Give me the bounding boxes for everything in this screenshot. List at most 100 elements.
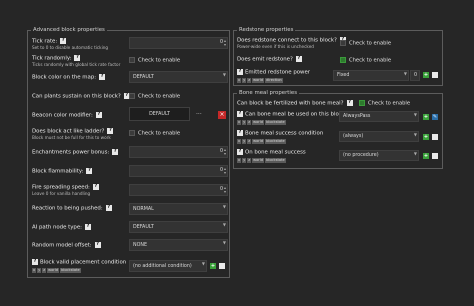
emitted-power-mode-dropdown[interactable]: Fixed ▼ — [333, 70, 409, 81]
placement-condition-dropdown[interactable]: (no additional condition) ▼ — [129, 260, 207, 272]
flammability-input[interactable]: 0 ▴ ▾ — [129, 165, 228, 177]
tick-randomly-checkbox[interactable]: Check to enable — [129, 57, 180, 64]
edit-procedure-button[interactable] — [219, 263, 225, 269]
on-bone-meal-success-label: On bone meal success — [245, 149, 306, 156]
checkbox-icon[interactable] — [129, 130, 135, 136]
redstone-title: Redstone properties — [237, 27, 296, 34]
enchant-power-label: Enchantments power bonus: — [32, 149, 110, 156]
redstone-connect-sub: Power-wide even if this is unchecked — [237, 44, 314, 49]
spinner-icon[interactable]: ▴ ▾ — [224, 39, 226, 47]
help-icon[interactable]: ? — [99, 74, 106, 80]
on-bone-meal-success-dropdown[interactable]: (no procedure) ▼ — [339, 150, 419, 161]
edit-procedure-button[interactable] — [432, 72, 438, 78]
help-icon[interactable]: ? — [94, 242, 101, 248]
emitted-power-value[interactable]: 0 — [410, 70, 420, 81]
ladder-label: Does block act like ladder? — [32, 128, 105, 135]
close-icon[interactable]: × — [218, 111, 226, 119]
help-icon[interactable]: ? — [346, 100, 353, 106]
help-icon[interactable]: ? — [74, 55, 81, 61]
tick-randomly-label: Tick randomly: — [32, 55, 72, 62]
fertilized-label: Can block be fertilized with bone meal? — [237, 100, 344, 107]
plants-sustain-label: Can plants sustain on this block? — [32, 93, 121, 100]
chevron-down-icon: ▼ — [222, 240, 226, 245]
help-icon[interactable]: ? — [112, 149, 119, 155]
tick-randomly-sub: Ticks randomly with global tick rate fac… — [32, 62, 121, 67]
help-icon[interactable]: ? — [237, 130, 243, 136]
beacon-color-label: Beacon color modifier: — [32, 112, 93, 119]
bone-meal-success-label: Bone meal success condition — [245, 130, 324, 137]
add-procedure-button[interactable]: + — [423, 134, 429, 140]
chevron-down-icon: ▼ — [403, 71, 407, 76]
edit-procedure-button[interactable] — [432, 134, 438, 140]
random-offset-label: Random model offset: — [32, 242, 92, 249]
checkbox-icon[interactable] — [340, 40, 346, 46]
help-icon[interactable]: ? — [237, 111, 243, 117]
spinner-icon[interactable]: ▴ ▾ — [224, 186, 226, 194]
add-procedure-button[interactable]: + — [423, 153, 429, 159]
fire-speed-label: Fire spreading speed: — [32, 184, 90, 191]
ladder-checkbox[interactable]: Check to enable — [129, 130, 180, 137]
help-icon[interactable]: ? — [95, 112, 102, 118]
chevron-down-icon: ▼ — [222, 222, 226, 227]
chevron-down-icon: ▼ — [222, 72, 226, 77]
checkbox-icon[interactable] — [129, 93, 135, 99]
flammability-label: Block flammability: — [32, 168, 84, 175]
tick-rate-label: Tick rate: — [32, 38, 58, 45]
spinner-icon[interactable]: ▴ ▾ — [224, 148, 226, 156]
redstone-panel: Redstone properties Does redstone connec… — [233, 27, 443, 86]
map-color-label: Block color on the map: — [32, 74, 97, 81]
map-color-dropdown[interactable]: DEFAULT ▼ — [129, 71, 228, 83]
push-reaction-dropdown[interactable]: NORMAL ▼ — [129, 203, 228, 215]
bone-meal-title: Bone meal properties — [237, 90, 300, 97]
help-icon[interactable]: ? — [60, 38, 67, 44]
help-icon[interactable]: ? — [105, 205, 112, 211]
help-icon[interactable]: ? — [86, 168, 93, 174]
tick-rate-value: 0 — [219, 40, 223, 45]
tick-rate-input[interactable]: 0 ▴ ▾ — [129, 37, 228, 49]
emitted-power-label: Emitted redstone power — [245, 69, 310, 76]
emit-redstone-checkbox[interactable]: Check to enable — [340, 57, 391, 64]
chevron-down-icon: ▼ — [413, 112, 417, 117]
bone-meal-used-dropdown[interactable]: AlwaysPass ▼ — [339, 111, 419, 122]
help-icon[interactable]: ? — [295, 56, 302, 62]
placement-condition-label: Block valid placement condition — [40, 259, 127, 266]
help-icon[interactable]: ? — [85, 224, 91, 230]
bone-meal-success-dropdown[interactable]: (always) ▼ — [339, 131, 419, 142]
ladder-sub: Block must not be full for this to work — [32, 135, 111, 140]
chevron-down-icon: ▼ — [413, 132, 417, 137]
help-icon[interactable]: ? — [237, 69, 243, 75]
checkbox-icon[interactable] — [129, 57, 135, 63]
pencil-icon[interactable]: ✎ — [432, 114, 438, 120]
redstone-connect-checkbox[interactable]: Check to enable — [340, 40, 391, 47]
ai-path-label: AI path node type: — [32, 224, 82, 231]
chevron-down-icon: ▼ — [222, 204, 226, 209]
help-icon[interactable]: ? — [32, 259, 38, 265]
emitted-power-tags: x y z world direction — [237, 78, 283, 83]
checkbox-checked-icon[interactable] — [340, 57, 346, 63]
on-bone-meal-success-tags: x y z world blockstate — [237, 158, 286, 163]
add-procedure-button[interactable]: + — [423, 114, 429, 120]
enchant-power-input[interactable]: 0 ▴ ▾ — [129, 146, 228, 158]
fire-speed-input[interactable]: 0 ▴ ▾ — [129, 184, 228, 196]
chevron-down-icon: ▼ — [413, 151, 417, 156]
edit-procedure-button[interactable] — [432, 153, 438, 159]
fire-speed-sub: Leave 0 for vanilla handling — [32, 191, 91, 196]
fertilized-checkbox[interactable]: Check to enable — [359, 100, 410, 107]
help-icon[interactable]: ? — [107, 128, 114, 134]
beacon-color-picker[interactable]: DEFAULT — [129, 107, 190, 121]
emit-redstone-label: Does emit redstone? — [237, 56, 293, 63]
advanced-properties-title: Advanced block properties — [31, 27, 107, 34]
checkbox-checked-icon[interactable] — [359, 100, 365, 106]
help-icon[interactable]: ? — [92, 184, 99, 190]
advanced-properties-panel: Advanced block properties Tick rate:? Se… — [27, 27, 230, 278]
help-icon[interactable]: ? — [237, 149, 243, 155]
spinner-icon[interactable]: ▴ ▾ — [224, 167, 226, 175]
ai-path-dropdown[interactable]: DEFAULT ▼ — [129, 221, 228, 233]
random-offset-dropdown[interactable]: NONE ▼ — [129, 239, 228, 251]
add-procedure-button[interactable]: + — [210, 263, 216, 269]
add-procedure-button[interactable]: + — [423, 72, 429, 78]
bone-meal-used-label: Can bone meal be used on this block — [245, 111, 345, 118]
plants-sustain-checkbox[interactable]: Check to enable — [129, 93, 180, 100]
more-icon[interactable]: ... — [196, 109, 202, 116]
bone-meal-success-tags: x y z world blockstate — [237, 139, 286, 144]
